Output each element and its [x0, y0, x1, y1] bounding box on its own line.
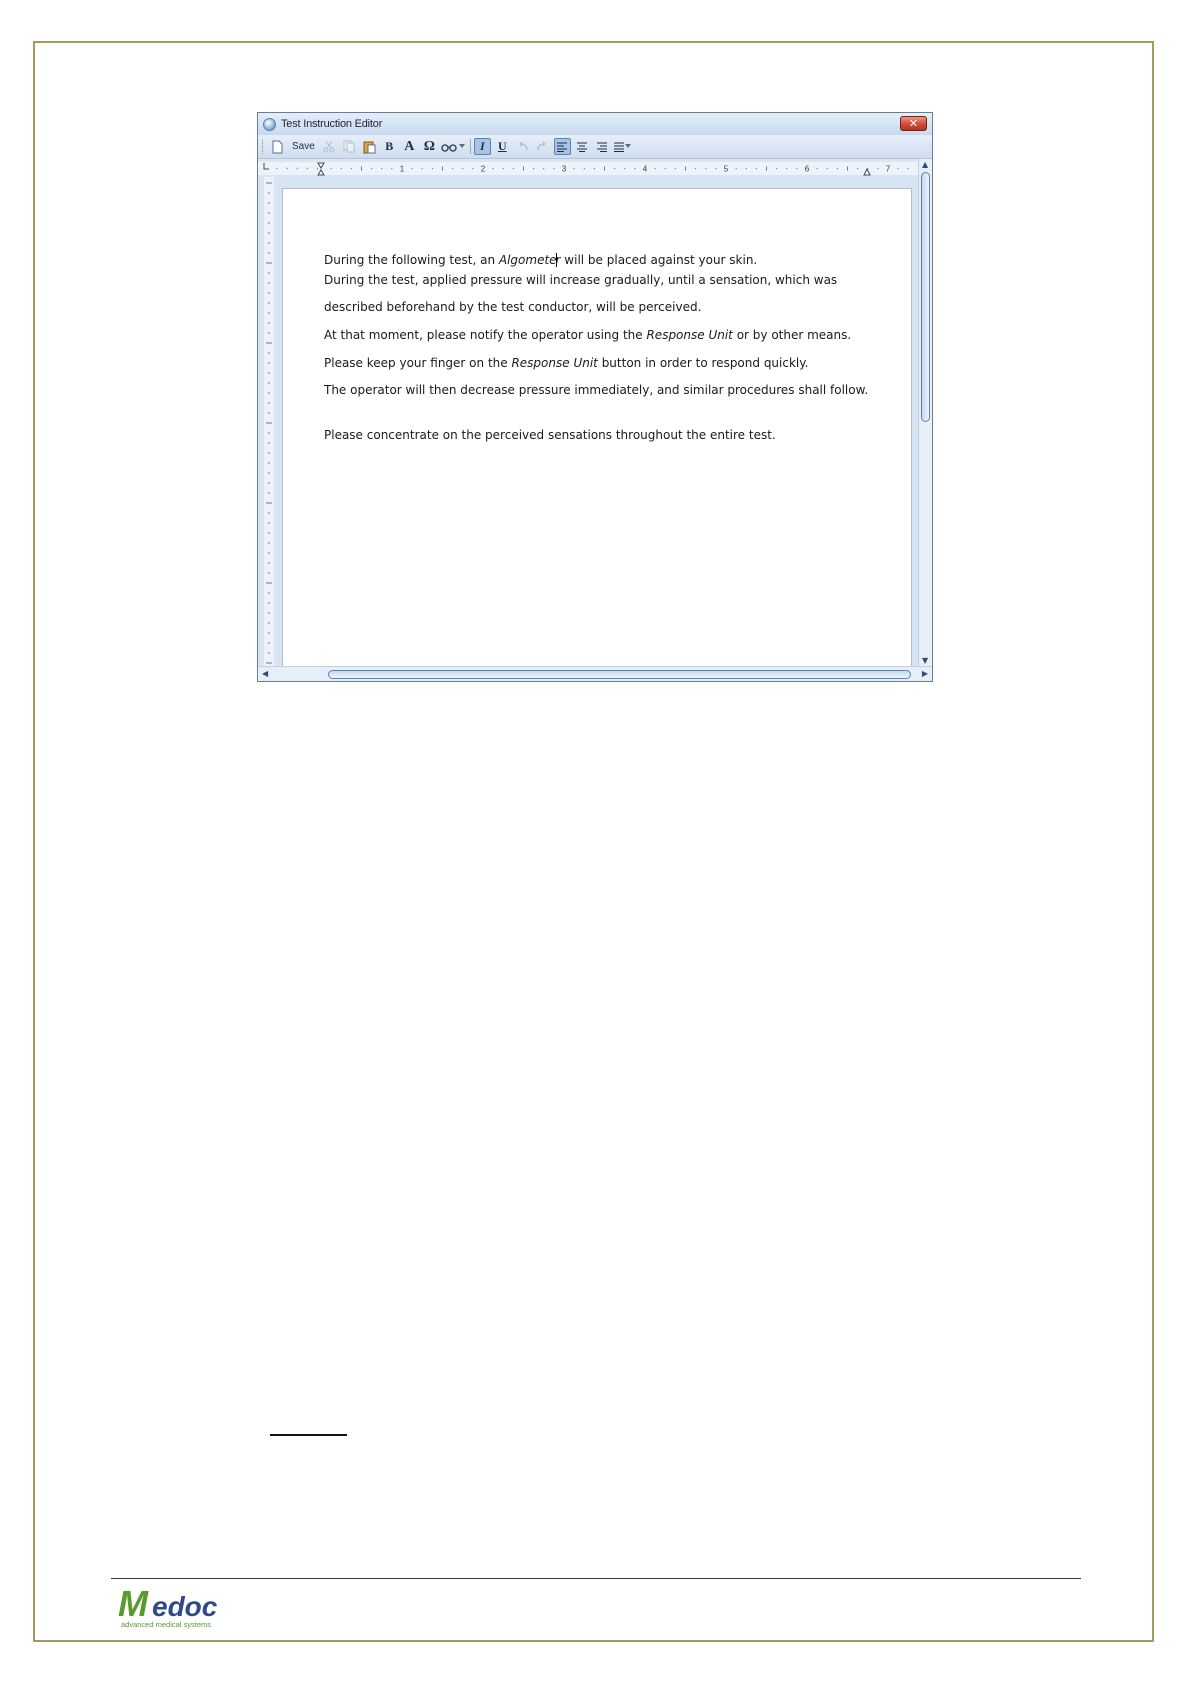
document-page[interactable]: During the following test, an Algometer …	[282, 188, 912, 668]
ruler-number: 7	[886, 165, 891, 174]
toolbar-grip[interactable]	[262, 139, 265, 154]
editor-window: Test Instruction Editor ✕ Save B A Ω I U	[257, 112, 933, 682]
save-label: Save	[292, 141, 315, 152]
italic-term: Response Unit	[511, 356, 598, 370]
toolbar: Save B A Ω I U	[258, 135, 932, 159]
ruler-number: 4	[643, 165, 648, 174]
binoculars-icon	[441, 143, 457, 152]
paragraph-7: Please concentrate on the perceived sens…	[324, 428, 776, 442]
vertical-ruler[interactable]	[258, 177, 278, 667]
scroll-down-icon[interactable]: ▼	[922, 657, 928, 665]
vertical-scrollbar[interactable]: ▲ ▼	[918, 159, 932, 667]
cut-icon	[323, 140, 335, 153]
signature-line	[270, 1434, 347, 1436]
copy-icon	[343, 140, 355, 153]
align-left-icon	[556, 142, 567, 152]
paste-icon	[363, 141, 376, 153]
paragraph-4: At that moment, please notify the operat…	[324, 328, 852, 342]
horizontal-scroll-thumb[interactable]	[328, 670, 911, 679]
paste-button[interactable]	[361, 138, 378, 155]
copy-button[interactable]	[341, 138, 358, 155]
medoc-logo-icon: M edoc advanced medical systems	[118, 1583, 218, 1629]
font-button[interactable]: A	[401, 138, 418, 155]
cut-button[interactable]	[321, 138, 338, 155]
align-right-icon	[596, 142, 607, 152]
document-text[interactable]: During the following test, an Algometer …	[324, 253, 901, 442]
svg-text:edoc: edoc	[152, 1591, 218, 1622]
bold-button[interactable]: B	[381, 138, 398, 155]
svg-text:advanced medical systems: advanced medical systems	[121, 1620, 211, 1629]
justify-icon	[613, 142, 624, 152]
scroll-left-icon[interactable]: ◀	[262, 670, 268, 678]
medoc-logo: M edoc advanced medical systems	[117, 1582, 232, 1630]
save-button[interactable]: Save	[289, 138, 318, 155]
window-title: Test Instruction Editor	[281, 118, 383, 130]
paragraph-2: During the test, applied pressure will i…	[324, 273, 838, 287]
underline-button[interactable]: U	[494, 138, 511, 155]
undo-button[interactable]	[514, 138, 531, 155]
undo-icon	[519, 141, 528, 151]
app-icon	[263, 117, 276, 131]
align-center-icon	[576, 142, 587, 152]
find-button[interactable]	[441, 138, 466, 155]
justify-button[interactable]	[613, 138, 632, 155]
paragraph-3: described beforehand by the test conduct…	[324, 300, 702, 314]
chevron-down-icon	[458, 144, 465, 148]
chevron-down-icon	[624, 144, 631, 148]
ruler-number: 3	[562, 165, 567, 174]
ruler-number: 1	[400, 165, 405, 174]
svg-text:M: M	[118, 1583, 149, 1624]
align-right-button[interactable]	[594, 138, 611, 155]
footer-divider	[111, 1578, 1081, 1579]
italic-term: Algomete	[498, 253, 557, 267]
title-bar[interactable]: Test Instruction Editor ✕	[258, 113, 932, 135]
symbol-button[interactable]: Ω	[421, 138, 438, 155]
paragraph-1: During the following test, an Algometer …	[324, 253, 758, 267]
ruler-number: 5	[724, 165, 729, 174]
vertical-ruler-scale	[264, 177, 274, 667]
paragraph-5: Please keep your finger on the Response …	[324, 356, 809, 370]
horizontal-scrollbar[interactable]: ◀ ▶	[258, 666, 932, 681]
scroll-right-icon[interactable]: ▶	[922, 670, 928, 678]
close-button[interactable]: ✕	[900, 116, 927, 131]
italic-button[interactable]: I	[473, 138, 491, 155]
new-document-button[interactable]	[269, 138, 286, 155]
italic-term: Response Unit	[646, 328, 733, 342]
redo-icon	[537, 141, 546, 151]
horizontal-ruler[interactable]: 1 2 3 4 5 6 7	[258, 159, 919, 177]
toolbar-separator	[469, 139, 471, 154]
align-center-button[interactable]	[574, 138, 591, 155]
new-document-icon	[272, 140, 283, 153]
scroll-up-icon[interactable]: ▲	[922, 161, 928, 169]
ruler-number: 2	[481, 165, 486, 174]
ruler-scale: 1 2 3 4 5 6 7	[258, 162, 919, 176]
ruler-number: 6	[805, 165, 810, 174]
vertical-scroll-thumb[interactable]	[921, 172, 930, 422]
align-left-button[interactable]	[553, 138, 571, 155]
redo-button[interactable]	[534, 138, 551, 155]
paragraph-6: The operator will then decrease pressure…	[324, 383, 869, 397]
